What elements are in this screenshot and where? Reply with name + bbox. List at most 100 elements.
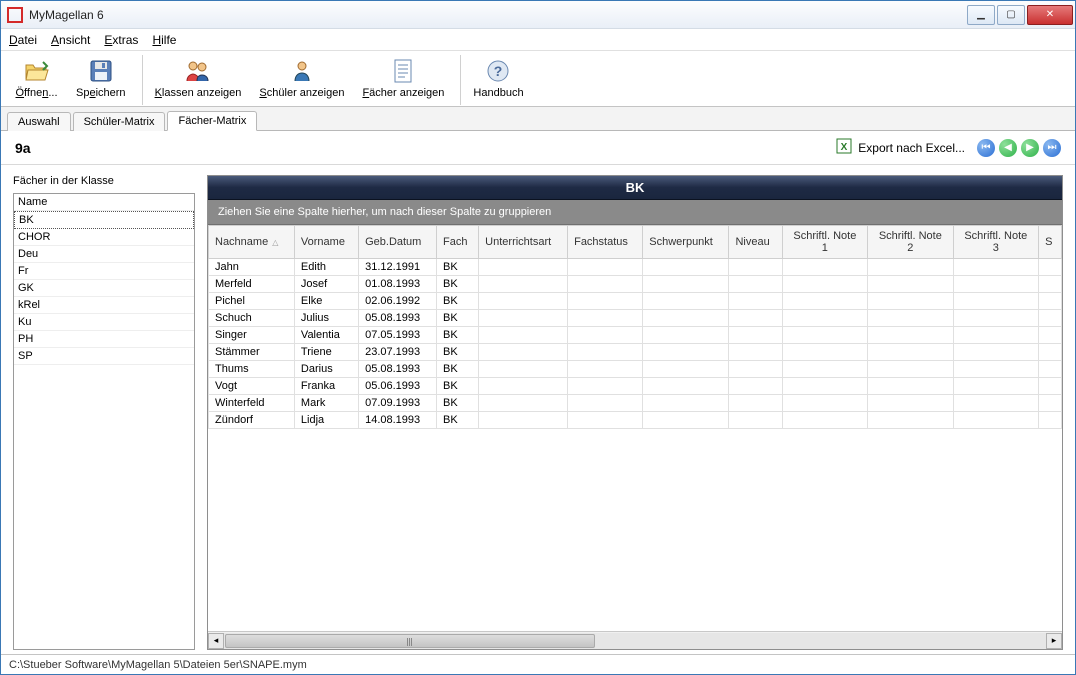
- export-excel-button[interactable]: X Export nach Excel...: [836, 138, 965, 157]
- table-cell[interactable]: [479, 310, 568, 327]
- table-cell[interactable]: BK: [437, 293, 479, 310]
- table-cell[interactable]: [953, 259, 1038, 276]
- table-row[interactable]: ThumsDarius05.08.1993BK: [209, 361, 1062, 378]
- table-cell[interactable]: Singer: [209, 327, 295, 344]
- table-cell[interactable]: [782, 344, 867, 361]
- table-cell[interactable]: Franka: [294, 378, 358, 395]
- table-cell[interactable]: [1039, 344, 1062, 361]
- table-cell[interactable]: 14.08.1993: [359, 412, 437, 429]
- menu-help[interactable]: Hilfe: [152, 33, 176, 47]
- table-cell[interactable]: [953, 412, 1038, 429]
- menu-view[interactable]: Ansicht: [51, 33, 90, 47]
- table-cell[interactable]: [1039, 293, 1062, 310]
- table-cell[interactable]: 23.07.1993: [359, 344, 437, 361]
- table-cell[interactable]: [479, 344, 568, 361]
- subjects-list-item[interactable]: Deu: [14, 246, 194, 263]
- table-cell[interactable]: BK: [437, 276, 479, 293]
- nav-next-button[interactable]: ▶: [1021, 139, 1039, 157]
- table-row[interactable]: SchuchJulius05.08.1993BK: [209, 310, 1062, 327]
- grid-scroll[interactable]: NachnameVornameGeb.DatumFachUnterrichtsa…: [208, 225, 1062, 631]
- table-cell[interactable]: [953, 344, 1038, 361]
- table-cell[interactable]: 01.08.1993: [359, 276, 437, 293]
- subjects-list-item[interactable]: GK: [14, 280, 194, 297]
- table-cell[interactable]: BK: [437, 327, 479, 344]
- table-cell[interactable]: [643, 361, 729, 378]
- table-cell[interactable]: [643, 412, 729, 429]
- table-cell[interactable]: [643, 259, 729, 276]
- table-cell[interactable]: BK: [437, 361, 479, 378]
- table-cell[interactable]: [479, 327, 568, 344]
- table-cell[interactable]: 05.08.1993: [359, 310, 437, 327]
- table-cell[interactable]: [868, 276, 953, 293]
- subjects-list-item[interactable]: PH: [14, 331, 194, 348]
- table-cell[interactable]: [643, 310, 729, 327]
- minimize-button[interactable]: ▁: [967, 5, 995, 25]
- table-cell[interactable]: [729, 378, 782, 395]
- table-cell[interactable]: [868, 395, 953, 412]
- menu-file[interactable]: Datei: [9, 33, 37, 47]
- handbook-button[interactable]: ? Handbuch: [467, 55, 529, 105]
- grid-column-header[interactable]: Schriftl. Note3: [953, 226, 1038, 259]
- table-cell[interactable]: Darius: [294, 361, 358, 378]
- table-row[interactable]: MerfeldJosef01.08.1993BK: [209, 276, 1062, 293]
- table-cell[interactable]: [729, 412, 782, 429]
- table-cell[interactable]: [1039, 259, 1062, 276]
- table-cell[interactable]: [729, 293, 782, 310]
- table-cell[interactable]: [479, 293, 568, 310]
- table-cell[interactable]: 07.09.1993: [359, 395, 437, 412]
- table-cell[interactable]: [868, 361, 953, 378]
- subjects-list-item[interactable]: kRel: [14, 297, 194, 314]
- table-cell[interactable]: [568, 395, 643, 412]
- table-cell[interactable]: BK: [437, 378, 479, 395]
- grid-column-header[interactable]: Fachstatus: [568, 226, 643, 259]
- table-cell[interactable]: [1039, 361, 1062, 378]
- table-cell[interactable]: Mark: [294, 395, 358, 412]
- grid-column-header[interactable]: Unterrichtsart: [479, 226, 568, 259]
- table-cell[interactable]: [643, 293, 729, 310]
- table-cell[interactable]: [953, 361, 1038, 378]
- table-cell[interactable]: [568, 259, 643, 276]
- table-cell[interactable]: [729, 327, 782, 344]
- table-row[interactable]: StämmerTriene23.07.1993BK: [209, 344, 1062, 361]
- grid-column-header[interactable]: S: [1039, 226, 1062, 259]
- table-cell[interactable]: [729, 395, 782, 412]
- table-cell[interactable]: Triene: [294, 344, 358, 361]
- subjects-list-item[interactable]: CHOR: [14, 229, 194, 246]
- scroll-left-button[interactable]: ◂: [208, 633, 224, 649]
- table-cell[interactable]: Josef: [294, 276, 358, 293]
- table-cell[interactable]: [568, 327, 643, 344]
- table-cell[interactable]: Merfeld: [209, 276, 295, 293]
- tab-student-matrix[interactable]: Schüler-Matrix: [73, 112, 166, 131]
- table-cell[interactable]: Lidja: [294, 412, 358, 429]
- group-drop-area[interactable]: Ziehen Sie eine Spalte hierher, um nach …: [208, 200, 1062, 225]
- table-cell[interactable]: [782, 293, 867, 310]
- open-button[interactable]: Öffnen...: [9, 55, 64, 105]
- table-cell[interactable]: Thums: [209, 361, 295, 378]
- subjects-list-header[interactable]: Name: [14, 194, 194, 211]
- table-cell[interactable]: Winterfeld: [209, 395, 295, 412]
- table-cell[interactable]: [568, 344, 643, 361]
- table-cell[interactable]: [953, 327, 1038, 344]
- table-cell[interactable]: [782, 276, 867, 293]
- table-cell[interactable]: [1039, 276, 1062, 293]
- table-cell[interactable]: [953, 276, 1038, 293]
- table-cell[interactable]: [782, 310, 867, 327]
- table-cell[interactable]: Vogt: [209, 378, 295, 395]
- table-cell[interactable]: [643, 276, 729, 293]
- subjects-list-item[interactable]: BK: [14, 211, 194, 229]
- table-cell[interactable]: [729, 276, 782, 293]
- table-cell[interactable]: [568, 361, 643, 378]
- table-cell[interactable]: [953, 395, 1038, 412]
- close-button[interactable]: ✕: [1027, 5, 1073, 25]
- table-cell[interactable]: [479, 395, 568, 412]
- table-cell[interactable]: [1039, 395, 1062, 412]
- show-subjects-button[interactable]: Fächer anzeigen: [356, 55, 450, 105]
- table-cell[interactable]: [643, 395, 729, 412]
- grid-column-header[interactable]: Niveau: [729, 226, 782, 259]
- table-cell[interactable]: [1039, 327, 1062, 344]
- scroll-thumb[interactable]: [225, 634, 595, 648]
- tab-selection[interactable]: Auswahl: [7, 112, 71, 131]
- grid-column-header[interactable]: Geb.Datum: [359, 226, 437, 259]
- nav-last-button[interactable]: ⏭: [1043, 139, 1061, 157]
- save-button[interactable]: Speichern: [70, 55, 132, 105]
